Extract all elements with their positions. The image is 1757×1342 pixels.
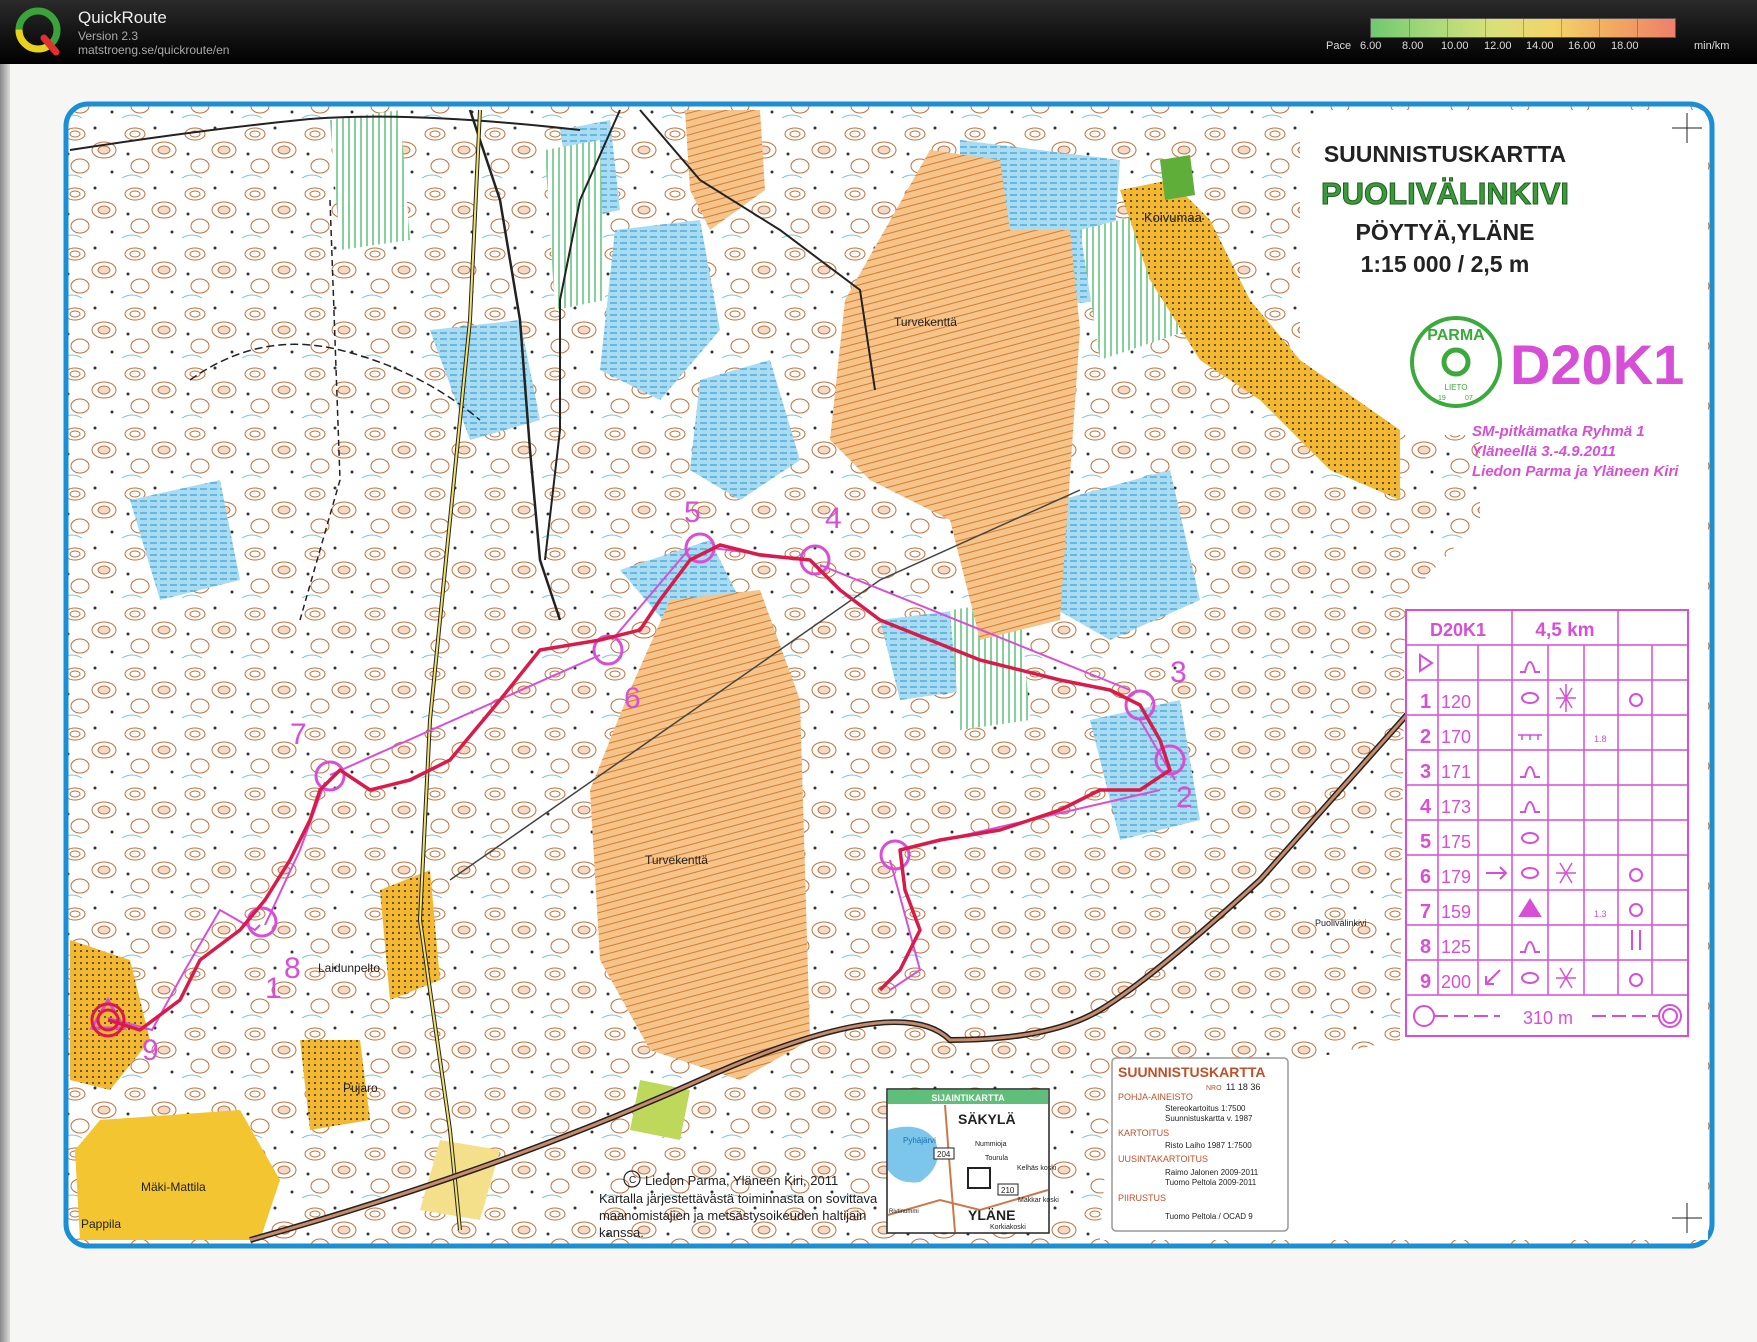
cd-row-code: 173 (1441, 797, 1471, 817)
svg-text:C: C (629, 1175, 636, 1186)
credits-nro-label: NRO (1206, 1085, 1222, 1092)
cd-row-code: 179 (1441, 867, 1471, 887)
credits-line: Risto Laiho 1987 1:7500 (1165, 1141, 1252, 1150)
event-line: SM-pitkämatka Ryhmä 1 (1472, 423, 1645, 440)
locator-label: Korkiakoski (990, 1224, 1026, 1231)
control-number: 1 (265, 972, 282, 1005)
control-number: 3 (1170, 656, 1187, 689)
place-name: Pujaro (343, 1081, 378, 1095)
copyright-line: kanssa. (599, 1225, 644, 1240)
control-number: 4 (825, 502, 842, 535)
event-line: Liedon Parma ja Yläneen Kiri (1472, 463, 1679, 480)
place-name: Mäki-Mattila (141, 1180, 206, 1194)
copyright-line: maanomistajien ja metsästysoikeuden halt… (599, 1208, 866, 1223)
locator-town: YLÄNE (968, 1207, 1015, 1223)
cd-row-code: 159 (1441, 902, 1471, 922)
control-description-table: D20K1 4,5 km 1 2 3 4 5 6 7 8 9 120 170 1… (1405, 609, 1689, 1037)
locator-label: Tourula (985, 1155, 1008, 1162)
place-name: Puolivälinkivi (1315, 918, 1367, 928)
club-logo: PARMA LIETO 19 07 (1410, 316, 1502, 408)
place-name: Laidunpelto (318, 961, 380, 975)
control-number: 9 (142, 1034, 159, 1067)
cd-row-num: 3 (1420, 761, 1431, 783)
cd-row-code: 120 (1441, 692, 1471, 712)
cd-row-code: 200 (1441, 972, 1471, 992)
credits-line: Raimo Jalonen 2009-2011 (1165, 1168, 1259, 1177)
locator-label: Nummioja (975, 1141, 1007, 1148)
orienteering-map[interactable]: 1 2 3 4 5 6 7 8 9 Koivumaa Turvekenttä T… (0, 0, 1757, 1342)
copyright-line: Liedon Parma, Yläneen Kiri, 2011 (645, 1173, 838, 1188)
cd-row-num: 6 (1420, 866, 1431, 888)
class-code: D20K1 (1510, 333, 1684, 396)
cd-row-extra: 1.3 (1594, 909, 1607, 919)
cd-row-num: 4 (1420, 796, 1432, 818)
cd-finish-distance: 310 m (1523, 1008, 1573, 1028)
copyright-line: Kartalla järjestettävästä toiminnasta on… (599, 1191, 878, 1206)
club-logo-year: 07 (1465, 395, 1473, 402)
cd-row-num: 2 (1420, 726, 1431, 748)
place-name: Pappila (81, 1217, 121, 1231)
cd-row-code: 171 (1441, 762, 1471, 782)
credits-heading: KARTOITUS (1118, 1128, 1169, 1138)
cd-row-extra: 1.8 (1594, 734, 1607, 744)
club-logo-year: 19 (1438, 395, 1446, 402)
credits-heading: POHJA-AINEISTO (1118, 1092, 1193, 1102)
fence-icon (1518, 734, 1542, 740)
control-number: 5 (684, 496, 701, 529)
cd-row-num: 7 (1420, 901, 1431, 923)
locator-map: SIJAINTIKARTTA SÄKYLÄ YLÄNE Pyhäjärvi Nu… (886, 1088, 1059, 1234)
credits-title: SUUNNISTUSKARTTA (1118, 1064, 1266, 1080)
locator-label: Pyhäjärvi (903, 1136, 936, 1145)
cd-row-code: 175 (1441, 832, 1471, 852)
place-name: Koivumaa (1144, 210, 1203, 225)
cd-row-num: 5 (1420, 831, 1431, 853)
locator-label: Rivtinummi (889, 1209, 919, 1215)
cd-class: D20K1 (1430, 620, 1486, 640)
cd-row-num: 8 (1420, 936, 1431, 958)
cd-row-num: 1 (1420, 691, 1431, 713)
credits-line: Tuomo Peltola / OCAD 9 (1165, 1212, 1253, 1221)
locator-label: Kelhäs koski (1017, 1165, 1057, 1172)
cd-row-code: 125 (1441, 937, 1471, 957)
credits-heading: UUSINTAKARTOITUS (1118, 1154, 1208, 1164)
credits-line: Stereokartoitus 1:7500 (1165, 1104, 1246, 1113)
locator-label: Makkar koski (1018, 1197, 1059, 1204)
credits-heading: PIIRUSTUS (1118, 1193, 1166, 1203)
cd-row-num: 9 (1420, 971, 1431, 993)
map-location: PÖYTYÄ,YLÄNE (1356, 219, 1535, 245)
credits-box: SUUNNISTUSKARTTA NRO 11 18 36 POHJA-AINE… (1111, 1057, 1289, 1232)
map-scale: 1:15 000 / 2,5 m (1361, 251, 1530, 277)
locator-road: 204 (937, 1150, 951, 1159)
control-number: 8 (284, 952, 301, 985)
credits-nro: 11 18 36 (1226, 1082, 1260, 1092)
control-number: 6 (624, 682, 641, 715)
cd-length: 4,5 km (1535, 620, 1594, 641)
map-header: SUUNNISTUSKARTTA (1324, 141, 1566, 167)
locator-road: 210 (1001, 1186, 1015, 1195)
credits-line: Tuomo Peltola 2009-2011 (1165, 1178, 1257, 1187)
place-name: Turvekenttä (894, 315, 957, 329)
cd-row-code: 170 (1441, 727, 1471, 747)
map-name: PUOLIVÄLINKIVI (1321, 176, 1569, 211)
place-name: Turvekenttä (645, 853, 708, 867)
locator-town: SÄKYLÄ (958, 1111, 1016, 1127)
club-logo-top: PARMA (1427, 327, 1485, 344)
control-number: 2 (1176, 781, 1193, 814)
event-line: Yläneellä 3.-4.9.2011 (1472, 443, 1616, 460)
club-logo-bottom: LIETO (1445, 383, 1468, 392)
credits-line: Suunnistuskartta v. 1987 (1165, 1114, 1253, 1123)
control-number: 7 (290, 718, 307, 751)
locator-title: SIJAINTIKARTTA (931, 1093, 1005, 1103)
